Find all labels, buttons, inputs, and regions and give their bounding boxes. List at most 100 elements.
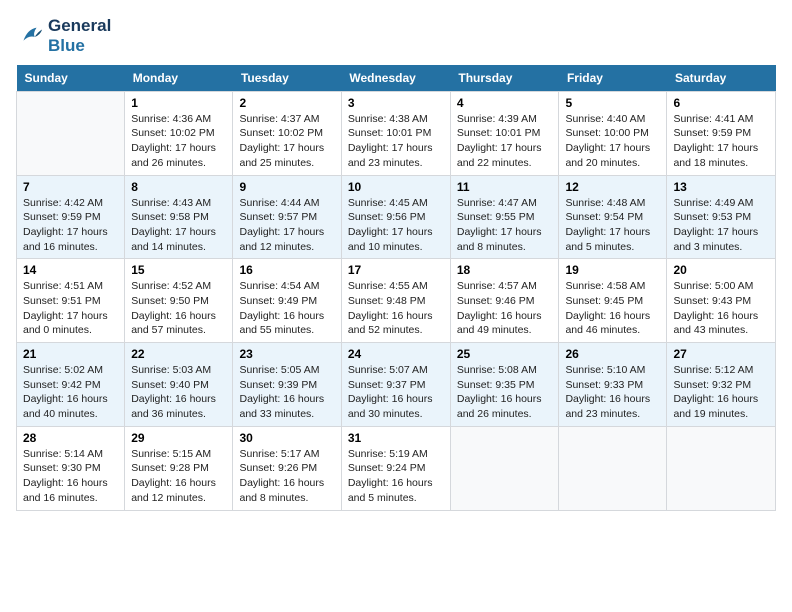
day-number: 13 [673, 180, 769, 194]
day-number: 9 [239, 180, 334, 194]
day-info: Sunrise: 5:00 AM Sunset: 9:43 PM Dayligh… [673, 279, 769, 338]
day-info: Sunrise: 5:15 AM Sunset: 9:28 PM Dayligh… [131, 447, 226, 506]
calendar-cell: 22 Sunrise: 5:03 AM Sunset: 9:40 PM Dayl… [125, 343, 233, 427]
calendar-cell: 1 Sunrise: 4:36 AM Sunset: 10:02 PM Dayl… [125, 91, 233, 175]
calendar-cell: 7 Sunrise: 4:42 AM Sunset: 9:59 PM Dayli… [17, 175, 125, 259]
day-number: 18 [457, 263, 553, 277]
sunset-text: Sunset: 9:55 PM [457, 210, 553, 225]
sunset-text: Sunset: 9:56 PM [348, 210, 444, 225]
day-info: Sunrise: 4:49 AM Sunset: 9:53 PM Dayligh… [673, 196, 769, 255]
day-number: 24 [348, 347, 444, 361]
calendar-cell: 25 Sunrise: 5:08 AM Sunset: 9:35 PM Dayl… [450, 343, 559, 427]
day-number: 11 [457, 180, 553, 194]
calendar-cell: 14 Sunrise: 4:51 AM Sunset: 9:51 PM Dayl… [17, 259, 125, 343]
sunset-text: Sunset: 9:59 PM [673, 126, 769, 141]
day-number: 3 [348, 96, 444, 110]
calendar-cell: 3 Sunrise: 4:38 AM Sunset: 10:01 PM Dayl… [341, 91, 450, 175]
calendar-table: SundayMondayTuesdayWednesdayThursdayFrid… [16, 65, 776, 511]
calendar-cell: 2 Sunrise: 4:37 AM Sunset: 10:02 PM Dayl… [233, 91, 341, 175]
daylight-text: Daylight: 17 hours and 8 minutes. [457, 225, 553, 254]
sunrise-text: Sunrise: 4:37 AM [239, 112, 334, 127]
day-info: Sunrise: 5:08 AM Sunset: 9:35 PM Dayligh… [457, 363, 553, 422]
sunset-text: Sunset: 9:35 PM [457, 378, 553, 393]
sunset-text: Sunset: 9:54 PM [565, 210, 660, 225]
calendar-cell [450, 426, 559, 510]
sunset-text: Sunset: 9:59 PM [23, 210, 118, 225]
sunrise-text: Sunrise: 4:41 AM [673, 112, 769, 127]
daylight-text: Daylight: 17 hours and 26 minutes. [131, 141, 226, 170]
sunrise-text: Sunrise: 4:40 AM [565, 112, 660, 127]
calendar-cell: 15 Sunrise: 4:52 AM Sunset: 9:50 PM Dayl… [125, 259, 233, 343]
daylight-text: Daylight: 17 hours and 25 minutes. [239, 141, 334, 170]
day-number: 2 [239, 96, 334, 110]
day-info: Sunrise: 5:07 AM Sunset: 9:37 PM Dayligh… [348, 363, 444, 422]
weekday-header: Wednesday [341, 65, 450, 92]
daylight-text: Daylight: 16 hours and 36 minutes. [131, 392, 226, 421]
sunrise-text: Sunrise: 4:52 AM [131, 279, 226, 294]
day-number: 5 [565, 96, 660, 110]
calendar-week-row: 14 Sunrise: 4:51 AM Sunset: 9:51 PM Dayl… [17, 259, 776, 343]
weekday-header: Thursday [450, 65, 559, 92]
daylight-text: Daylight: 16 hours and 43 minutes. [673, 309, 769, 338]
day-number: 6 [673, 96, 769, 110]
day-info: Sunrise: 4:39 AM Sunset: 10:01 PM Daylig… [457, 112, 553, 171]
logo-icon [16, 22, 44, 50]
sunrise-text: Sunrise: 5:15 AM [131, 447, 226, 462]
sunrise-text: Sunrise: 4:48 AM [565, 196, 660, 211]
day-number: 21 [23, 347, 118, 361]
calendar-week-row: 7 Sunrise: 4:42 AM Sunset: 9:59 PM Dayli… [17, 175, 776, 259]
daylight-text: Daylight: 16 hours and 5 minutes. [348, 476, 444, 505]
day-number: 4 [457, 96, 553, 110]
daylight-text: Daylight: 16 hours and 40 minutes. [23, 392, 118, 421]
sunrise-text: Sunrise: 4:54 AM [239, 279, 334, 294]
day-number: 12 [565, 180, 660, 194]
daylight-text: Daylight: 16 hours and 8 minutes. [239, 476, 334, 505]
calendar-cell: 10 Sunrise: 4:45 AM Sunset: 9:56 PM Dayl… [341, 175, 450, 259]
day-number: 20 [673, 263, 769, 277]
daylight-text: Daylight: 17 hours and 0 minutes. [23, 309, 118, 338]
calendar-cell: 12 Sunrise: 4:48 AM Sunset: 9:54 PM Dayl… [559, 175, 667, 259]
sunrise-text: Sunrise: 4:43 AM [131, 196, 226, 211]
sunrise-text: Sunrise: 4:39 AM [457, 112, 553, 127]
calendar-cell: 23 Sunrise: 5:05 AM Sunset: 9:39 PM Dayl… [233, 343, 341, 427]
sunrise-text: Sunrise: 4:36 AM [131, 112, 226, 127]
calendar-cell [17, 91, 125, 175]
day-info: Sunrise: 4:54 AM Sunset: 9:49 PM Dayligh… [239, 279, 334, 338]
day-info: Sunrise: 5:02 AM Sunset: 9:42 PM Dayligh… [23, 363, 118, 422]
sunset-text: Sunset: 9:50 PM [131, 294, 226, 309]
daylight-text: Daylight: 16 hours and 26 minutes. [457, 392, 553, 421]
daylight-text: Daylight: 17 hours and 23 minutes. [348, 141, 444, 170]
sunset-text: Sunset: 9:28 PM [131, 461, 226, 476]
day-number: 8 [131, 180, 226, 194]
day-number: 22 [131, 347, 226, 361]
daylight-text: Daylight: 17 hours and 12 minutes. [239, 225, 334, 254]
day-number: 7 [23, 180, 118, 194]
sunset-text: Sunset: 9:49 PM [239, 294, 334, 309]
sunrise-text: Sunrise: 5:14 AM [23, 447, 118, 462]
calendar-cell: 17 Sunrise: 4:55 AM Sunset: 9:48 PM Dayl… [341, 259, 450, 343]
sunset-text: Sunset: 9:40 PM [131, 378, 226, 393]
day-info: Sunrise: 4:52 AM Sunset: 9:50 PM Dayligh… [131, 279, 226, 338]
sunset-text: Sunset: 9:30 PM [23, 461, 118, 476]
calendar-cell [667, 426, 776, 510]
calendar-header-row: SundayMondayTuesdayWednesdayThursdayFrid… [17, 65, 776, 92]
day-number: 1 [131, 96, 226, 110]
sunset-text: Sunset: 9:58 PM [131, 210, 226, 225]
calendar-cell: 9 Sunrise: 4:44 AM Sunset: 9:57 PM Dayli… [233, 175, 341, 259]
day-number: 10 [348, 180, 444, 194]
day-number: 17 [348, 263, 444, 277]
daylight-text: Daylight: 16 hours and 23 minutes. [565, 392, 660, 421]
sunrise-text: Sunrise: 5:02 AM [23, 363, 118, 378]
sunset-text: Sunset: 9:53 PM [673, 210, 769, 225]
sunrise-text: Sunrise: 4:57 AM [457, 279, 553, 294]
calendar-cell: 5 Sunrise: 4:40 AM Sunset: 10:00 PM Dayl… [559, 91, 667, 175]
daylight-text: Daylight: 17 hours and 22 minutes. [457, 141, 553, 170]
sunset-text: Sunset: 9:26 PM [239, 461, 334, 476]
sunset-text: Sunset: 9:45 PM [565, 294, 660, 309]
daylight-text: Daylight: 17 hours and 18 minutes. [673, 141, 769, 170]
day-info: Sunrise: 5:14 AM Sunset: 9:30 PM Dayligh… [23, 447, 118, 506]
day-info: Sunrise: 4:38 AM Sunset: 10:01 PM Daylig… [348, 112, 444, 171]
day-info: Sunrise: 4:55 AM Sunset: 9:48 PM Dayligh… [348, 279, 444, 338]
calendar-cell: 16 Sunrise: 4:54 AM Sunset: 9:49 PM Dayl… [233, 259, 341, 343]
day-number: 29 [131, 431, 226, 445]
